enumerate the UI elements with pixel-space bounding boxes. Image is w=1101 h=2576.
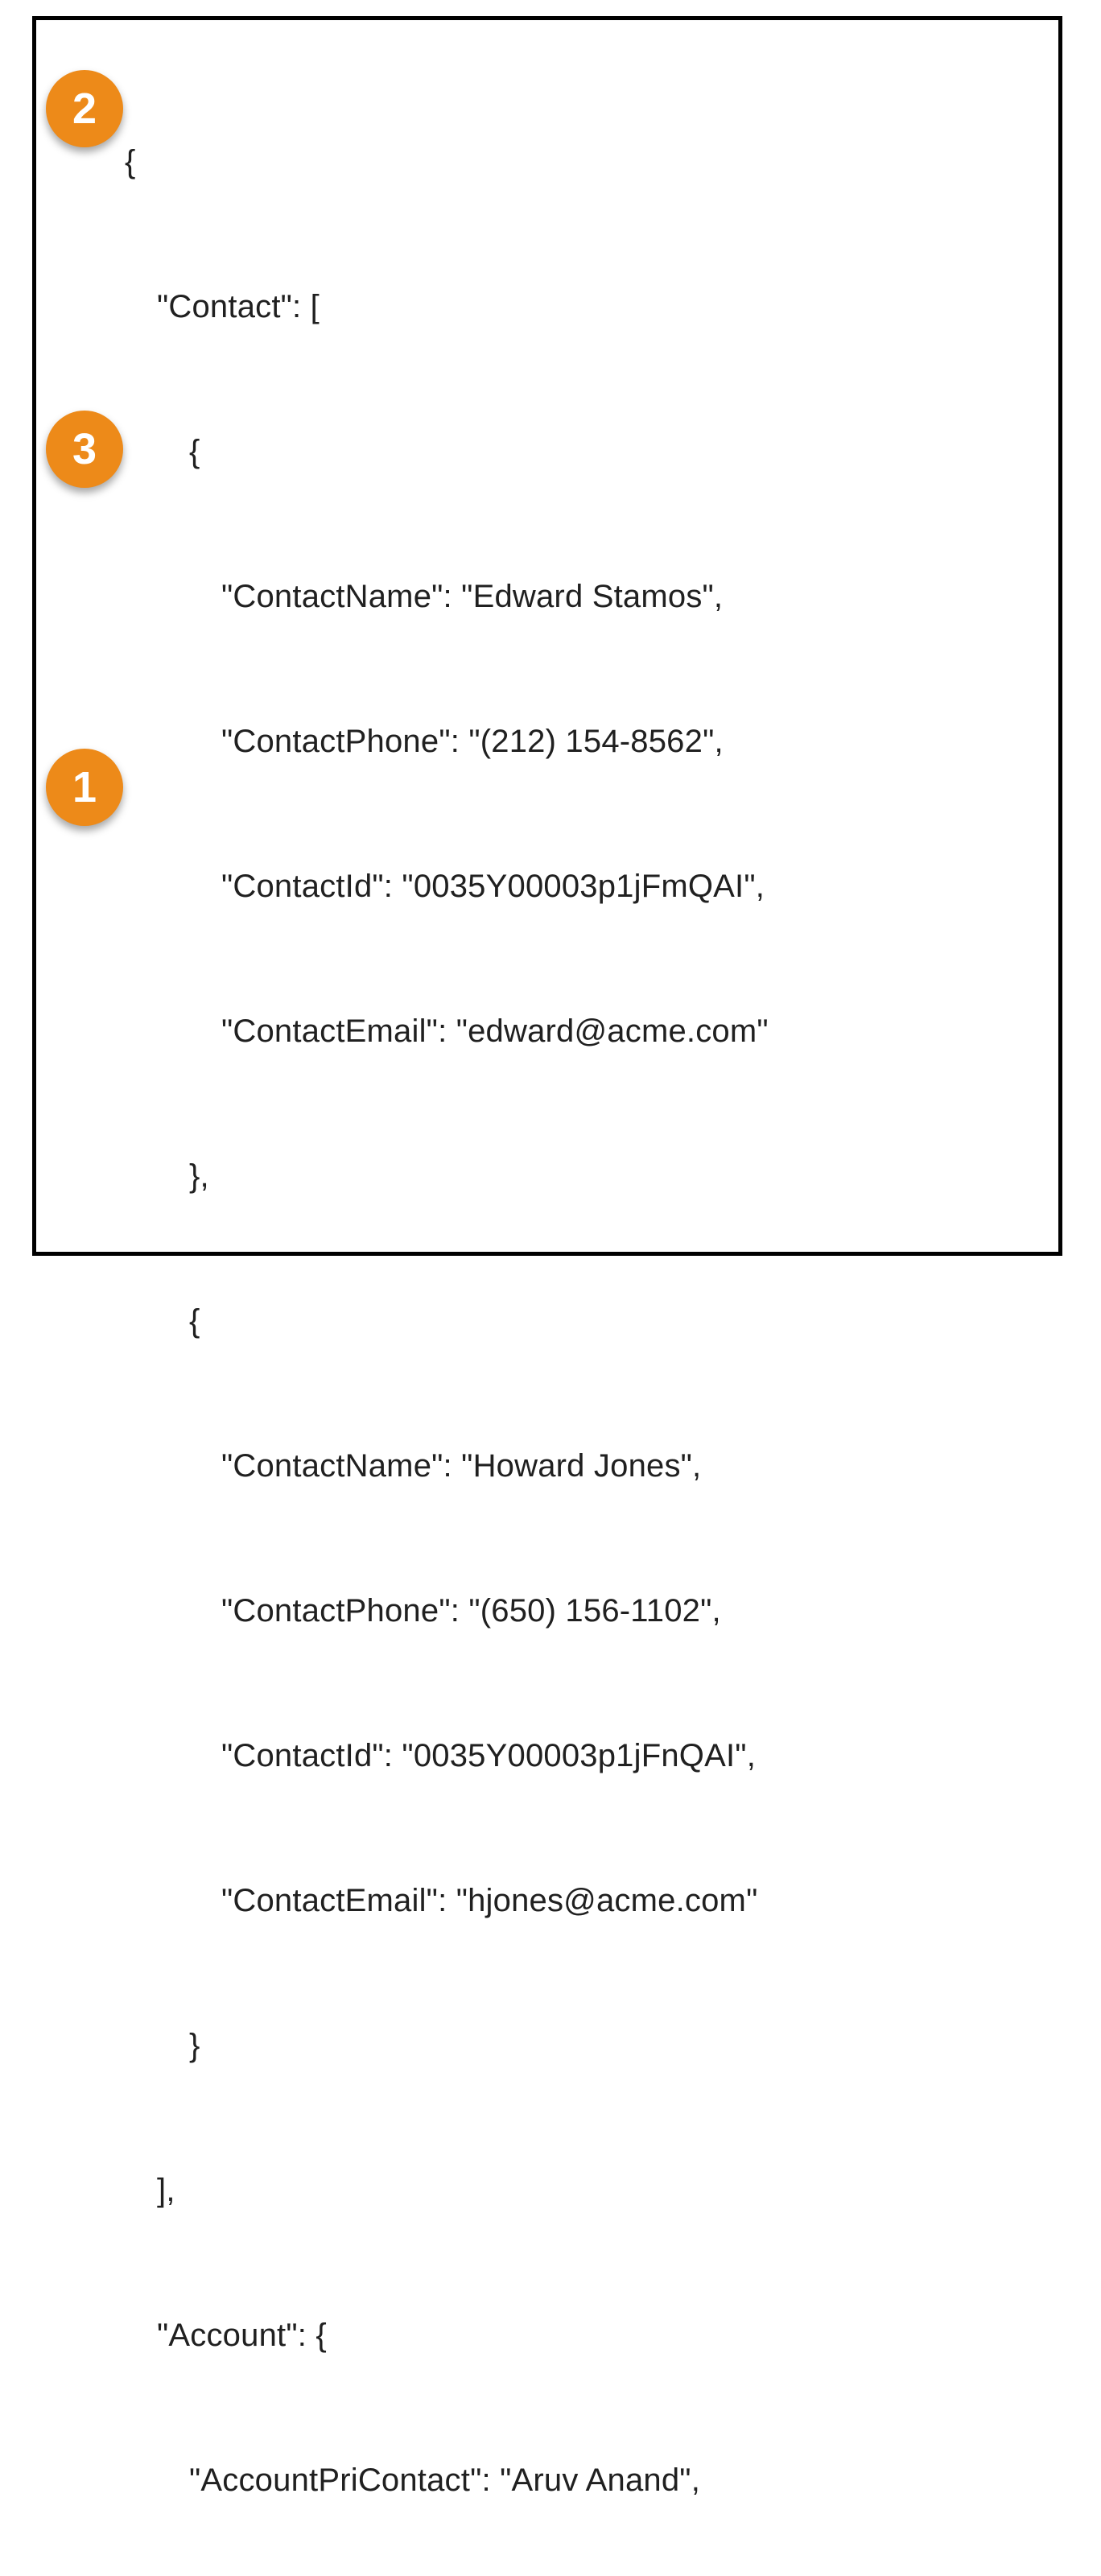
json-line: } xyxy=(52,2021,1042,2070)
json-line: }, xyxy=(52,1152,1042,1200)
callout-badge-1: 1 xyxy=(46,749,123,826)
json-contact1-name: "ContactName": "Edward Stamos", xyxy=(52,572,1042,621)
callout-badge-3: 3 xyxy=(46,411,123,488)
code-frame: { "Contact": [ { "ContactName": "Edward … xyxy=(32,16,1062,1256)
json-contact2-name: "ContactName": "Howard Jones", xyxy=(52,1442,1042,1490)
json-contact2-id: "ContactId": "0035Y00003p1jFnQAI", xyxy=(52,1732,1042,1780)
json-contact1-id: "ContactId": "0035Y00003p1jFmQAI", xyxy=(52,862,1042,910)
json-line: { xyxy=(52,138,1042,186)
json-contact2-phone: "ContactPhone": "(650) 156-1102", xyxy=(52,1587,1042,1635)
json-line: ], xyxy=(52,2166,1042,2215)
json-contact2-email: "ContactEmail": "hjones@acme.com" xyxy=(52,1876,1042,1925)
json-account-pricontact: "AccountPriContact": "Aruv Anand", xyxy=(52,2456,1042,2504)
json-contact-key: "Contact": [ xyxy=(52,283,1042,331)
json-line: { xyxy=(52,1297,1042,1345)
json-contact1-email: "ContactEmail": "edward@acme.com" xyxy=(52,1007,1042,1055)
json-contact1-phone: "ContactPhone": "(212) 154-8562", xyxy=(52,717,1042,766)
callout-badge-2: 2 xyxy=(46,70,123,147)
json-code-block: { "Contact": [ { "ContactName": "Edward … xyxy=(52,41,1042,2576)
json-line: { xyxy=(52,427,1042,476)
json-account-key: "Account": { xyxy=(52,2311,1042,2359)
